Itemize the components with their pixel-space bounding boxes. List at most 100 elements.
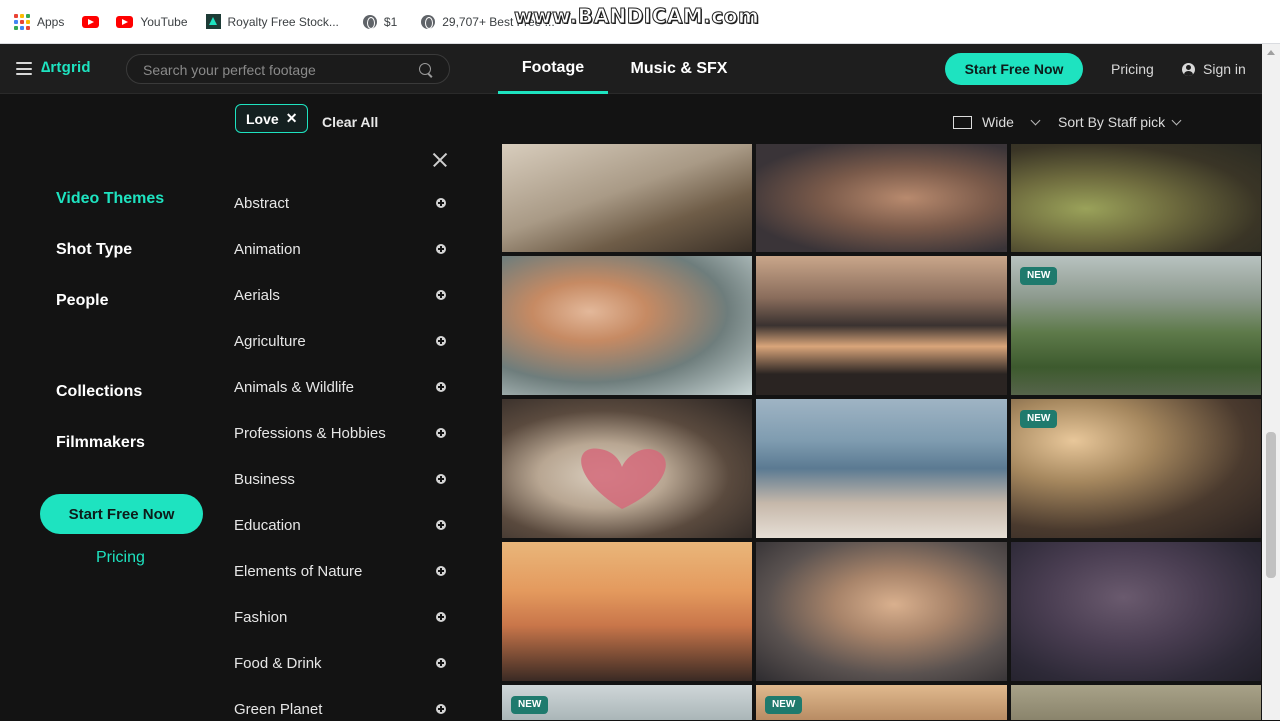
theme-item-green-planet[interactable]: Green Planet — [234, 697, 446, 721]
theme-item-business[interactable]: Business — [234, 467, 446, 491]
site-header: ∆rtgrid Footage Music & SFX Start Free N… — [0, 44, 1280, 94]
scrollbar-thumb[interactable] — [1266, 432, 1276, 578]
sidebar-item-filmmakers[interactable]: Filmmakers — [56, 434, 145, 452]
search-icon[interactable] — [419, 63, 431, 75]
theme-item-agriculture[interactable]: Agriculture — [234, 329, 446, 353]
new-badge: NEW — [1020, 410, 1058, 428]
results-grid: NEW NEW NEW NEW — [502, 144, 1262, 720]
theme-label: Food & Drink — [234, 654, 322, 672]
plus-icon[interactable] — [436, 704, 446, 714]
plus-icon[interactable] — [436, 198, 446, 208]
plus-icon[interactable] — [436, 290, 446, 300]
theme-label: Abstract — [234, 194, 290, 212]
plus-icon[interactable] — [436, 474, 446, 484]
video-thumbnail[interactable] — [756, 399, 1007, 538]
sidebar-pricing-link[interactable]: Pricing — [96, 549, 145, 567]
wide-layout-icon — [953, 115, 972, 129]
theme-label: Aerials — [234, 286, 280, 304]
plus-icon[interactable] — [436, 658, 446, 668]
close-icon[interactable] — [432, 152, 448, 168]
apps-grid-icon — [14, 13, 30, 30]
artgrid-logo[interactable]: ∆rtgrid — [41, 59, 91, 76]
sidebar-item-shot-type[interactable]: Shot Type — [56, 241, 132, 259]
recording-watermark: www.BANDICAM.com — [513, 4, 760, 29]
chevron-down-icon — [1171, 115, 1182, 125]
theme-item-elements-of-nature[interactable]: Elements of Nature — [234, 559, 446, 583]
theme-label: Animation — [234, 240, 301, 258]
video-thumbnail[interactable] — [1011, 144, 1261, 252]
bookmark-apps[interactable]: Apps — [14, 8, 74, 36]
video-thumbnail[interactable] — [502, 542, 752, 681]
sort-dropdown[interactable]: Sort By Staff pick — [1058, 114, 1182, 130]
sidebar-item-video-themes[interactable]: Video Themes — [56, 190, 164, 208]
bookmark-youtube-short[interactable] — [74, 8, 116, 36]
clear-all-button[interactable]: Clear All — [322, 114, 378, 130]
search-bar — [126, 54, 450, 84]
new-badge: NEW — [765, 696, 803, 714]
plus-icon[interactable] — [436, 612, 446, 622]
layout-label: Wide — [982, 114, 1014, 130]
theme-label: Animals & Wildlife — [234, 378, 355, 396]
bookmark-royalty-free[interactable]: Royalty Free Stock... — [198, 8, 349, 36]
video-thumbnail[interactable]: NEW — [756, 685, 1007, 720]
bookmarks-bar: Apps YouTube Royalty Free Stock... $1 29… — [0, 0, 1280, 44]
video-thumbnail[interactable]: NEW — [1011, 399, 1261, 538]
bookmark-youtube[interactable]: YouTube — [116, 8, 197, 36]
search-input[interactable] — [143, 61, 413, 79]
theme-item-food-drink[interactable]: Food & Drink — [234, 651, 446, 675]
tab-music-sfx[interactable]: Music & SFX — [618, 44, 740, 94]
sidebar-item-people[interactable]: People — [56, 292, 108, 310]
layout-dropdown[interactable]: Wide — [953, 114, 1041, 130]
theme-label: Agriculture — [234, 332, 306, 350]
menu-icon[interactable] — [16, 62, 32, 75]
pricing-link[interactable]: Pricing — [1111, 61, 1154, 77]
video-thumbnail[interactable] — [756, 256, 1007, 395]
chevron-down-icon — [1030, 115, 1041, 125]
sign-in-label: Sign in — [1203, 61, 1246, 77]
tab-footage[interactable]: Footage — [498, 44, 608, 94]
active-filter-chip[interactable]: Love ✕ — [235, 104, 309, 133]
sidebar-start-free-button[interactable]: Start Free Now — [40, 494, 203, 534]
theme-label: Education — [234, 516, 301, 534]
video-thumbnail[interactable] — [502, 144, 752, 252]
chip-label: Love — [246, 110, 279, 127]
theme-item-animals-wildlife[interactable]: Animals & Wildlife — [234, 375, 446, 399]
bookmark-label: YouTube — [140, 14, 188, 29]
video-thumbnail[interactable] — [756, 144, 1007, 252]
theme-label: Professions & Hobbies — [234, 424, 386, 442]
theme-item-education[interactable]: Education — [234, 513, 446, 537]
start-free-now-button[interactable]: Start Free Now — [945, 53, 1083, 85]
video-thumbnail[interactable] — [502, 399, 752, 538]
plus-icon[interactable] — [436, 244, 446, 254]
theme-item-abstract[interactable]: Abstract — [234, 191, 446, 215]
page-scrollbar[interactable] — [1262, 44, 1280, 720]
chip-remove-icon[interactable]: ✕ — [286, 110, 298, 127]
theme-label: Green Planet — [234, 700, 323, 718]
video-thumbnail[interactable] — [502, 256, 752, 395]
theme-item-aerials[interactable]: Aerials — [234, 283, 446, 307]
video-thumbnail[interactable]: NEW — [1011, 256, 1261, 395]
sort-label: Sort By Staff pick — [1058, 114, 1166, 130]
sidebar-item-collections[interactable]: Collections — [56, 383, 142, 401]
theme-item-professions-hobbies[interactable]: Professions & Hobbies — [234, 421, 446, 445]
video-thumbnail[interactable] — [1011, 685, 1261, 720]
plus-icon[interactable] — [436, 428, 446, 438]
scroll-up-icon[interactable] — [1267, 50, 1275, 55]
plus-icon[interactable] — [436, 566, 446, 576]
video-thumbnail[interactable] — [756, 542, 1007, 681]
plus-icon[interactable] — [436, 336, 446, 346]
theme-label: Elements of Nature — [234, 562, 363, 580]
bookmark-dollar[interactable]: $1 — [349, 8, 407, 36]
plus-icon[interactable] — [436, 382, 446, 392]
filter-panel: Love ✕ Clear All Video Themes Shot Type … — [0, 94, 500, 720]
theme-item-animation[interactable]: Animation — [234, 237, 446, 261]
theme-label: Fashion — [234, 608, 288, 626]
youtube-icon — [116, 15, 134, 28]
video-thumbnail[interactable] — [1011, 542, 1261, 681]
sign-in-link[interactable]: Sign in — [1182, 61, 1246, 77]
video-thumbnail[interactable]: NEW — [502, 685, 752, 720]
new-badge: NEW — [511, 696, 549, 714]
theme-label: Business — [234, 470, 295, 488]
theme-item-fashion[interactable]: Fashion — [234, 605, 446, 629]
plus-icon[interactable] — [436, 520, 446, 530]
